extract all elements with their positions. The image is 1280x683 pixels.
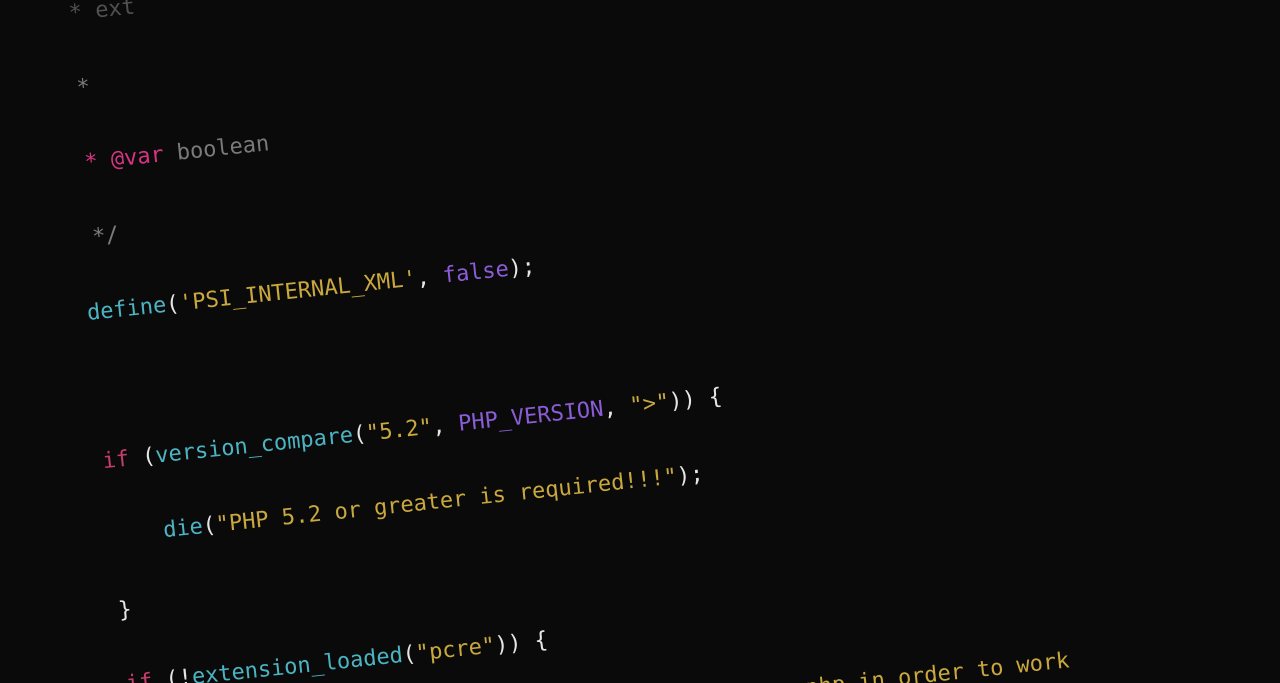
code-editor-view: * ext * * @var boolean */ define('PSI_IN… — [0, 0, 1280, 683]
brace-close: } — [117, 597, 133, 623]
doc-tag: * @var — [70, 142, 165, 177]
doc-type: boolean — [162, 131, 270, 167]
doc-end: */ — [78, 222, 120, 251]
kw-if: if — [125, 670, 154, 683]
string-psi-internal-xml: 'PSI_INTERNAL_XML' — [178, 266, 418, 316]
fn-define: define — [86, 292, 168, 325]
string-php-required: "PHP 5.2 or greater is required!!!" — [215, 464, 679, 537]
doc-line: * ext — [55, 0, 137, 28]
fn-version-compare: version_compare — [154, 423, 354, 469]
code-block: * ext * * @var boolean */ define('PSI_IN… — [50, 0, 1181, 683]
const-false: false — [441, 256, 509, 288]
fn-extension-loaded: extension_loaded — [191, 643, 404, 683]
kw-if: if — [101, 447, 130, 475]
fn-die: die — [162, 514, 204, 543]
const-php-version: PHP_VERSION — [457, 397, 605, 437]
doc-star: * — [62, 75, 91, 103]
string-pcre: "pcre" — [415, 634, 497, 667]
